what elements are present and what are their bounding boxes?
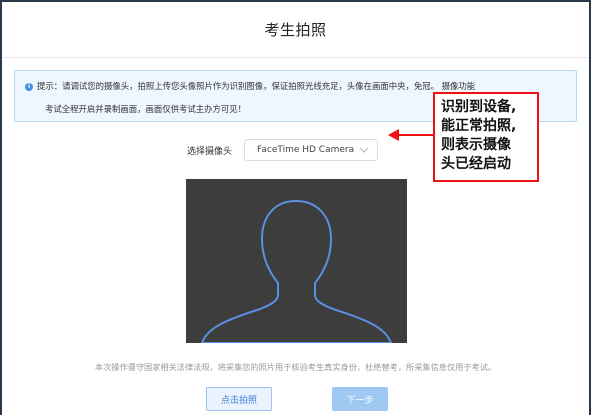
notice-line-1: i 提示：请调试您的摄像头，拍照上传您头像照片作为识别图像，保证拍照光线充足，头像… bbox=[25, 80, 475, 92]
capture-button[interactable]: 点击拍照 bbox=[206, 387, 272, 411]
avatar-silhouette-icon bbox=[200, 199, 393, 344]
dialog-header: 考生拍照 bbox=[2, 2, 589, 58]
annotation-callout: 识别到设备, 能正常拍照, 则表示摄像 头已经启动 bbox=[433, 92, 539, 182]
notice-text-1: 提示：请调试您的摄像头，拍照上传您头像照片作为识别图像，保证拍照光线充足，头像在… bbox=[37, 81, 476, 91]
annotation-line: 识别到设备, bbox=[441, 99, 517, 115]
info-icon: i bbox=[25, 82, 33, 91]
annotation-line: 则表示摄像 bbox=[441, 137, 511, 153]
annotation-line: 能正常拍照, bbox=[441, 118, 517, 134]
camera-preview bbox=[186, 179, 407, 344]
chevron-down-icon bbox=[359, 146, 369, 155]
dialog-title: 考生拍照 bbox=[264, 21, 327, 39]
privacy-footnote: 本次操作遵守国家相关法律法规，将采集您的照片用于核验考生真实身份，杜绝替考，所采… bbox=[94, 362, 497, 372]
camera-select-label: 选择摄像头 bbox=[187, 146, 233, 157]
annotation-arrow-icon bbox=[388, 129, 435, 141]
photo-dialog: 考生拍照 i 提示：请调试您的摄像头，拍照上传您头像照片作为识别图像，保证拍照光线… bbox=[2, 2, 589, 415]
camera-select[interactable]: FaceTime HD Camera bbox=[244, 139, 379, 161]
annotation-line: 头已经启动 bbox=[441, 156, 511, 172]
camera-select-row: 选择摄像头 FaceTime HD Camera bbox=[187, 138, 379, 162]
next-button[interactable]: 下一步 bbox=[332, 387, 388, 411]
notice-text-2: 考试全程开启并录制画面，画面仅供考试主办方可见！ bbox=[45, 104, 246, 114]
camera-select-value: FaceTime HD Camera bbox=[257, 145, 355, 155]
